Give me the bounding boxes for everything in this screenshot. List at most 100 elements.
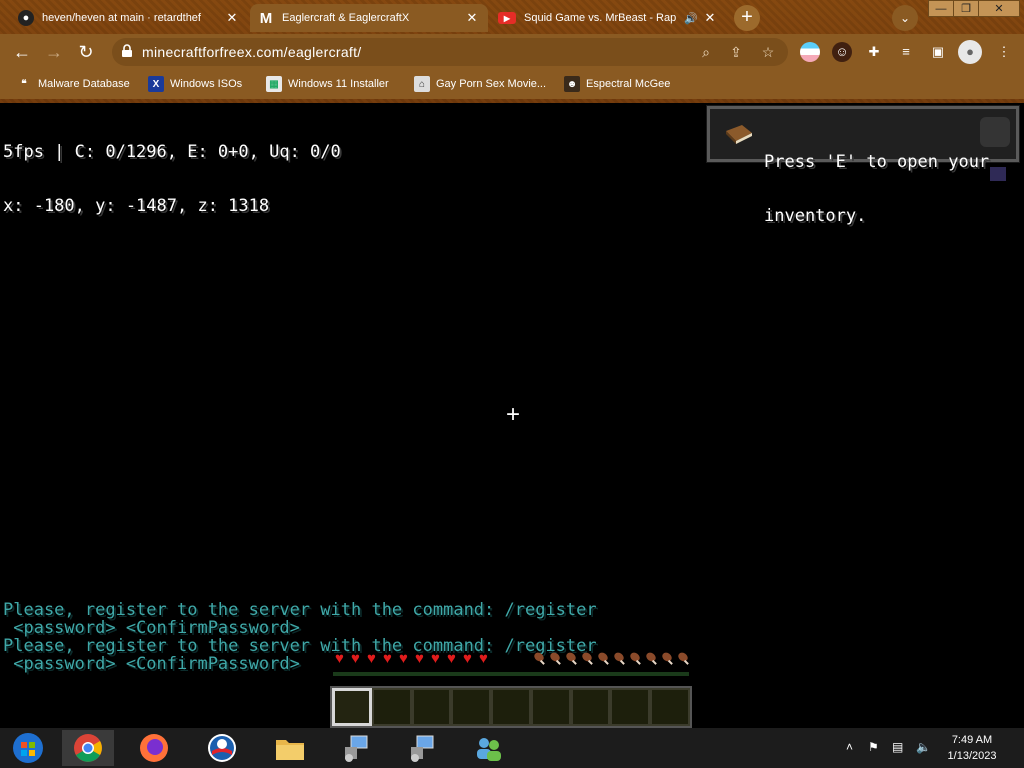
maximize-button[interactable]: ❐ xyxy=(953,0,979,17)
more-menu-icon[interactable]: ⋮ xyxy=(994,42,1014,62)
github-icon: ● xyxy=(18,10,34,26)
users-icon xyxy=(477,738,501,761)
overlay-artifact xyxy=(990,167,1006,181)
chat-line: <password> <ConfirmPassword> xyxy=(3,618,300,638)
chat-line: Please, register to the server with the … xyxy=(3,600,597,620)
flag-extension-icon[interactable] xyxy=(800,42,820,62)
drumstick-icon xyxy=(646,652,657,665)
medium-m-icon: M xyxy=(259,9,273,27)
extensions-puzzle-icon[interactable]: ✚ xyxy=(864,42,884,62)
action-center-flag-icon[interactable]: ⚑ xyxy=(868,740,879,754)
experience-bar xyxy=(332,671,690,677)
hotbar-slot[interactable] xyxy=(371,688,412,726)
bookmark-globe[interactable]: ⌂ Gay Porn Sex Movie... xyxy=(414,75,546,93)
bookmark-espectral-mcgee[interactable]: ☻ Espectral McGee xyxy=(564,75,670,93)
side-panel-icon[interactable]: ▣ xyxy=(928,42,948,62)
drumstick-icon xyxy=(662,652,673,665)
hotbar-slot[interactable] xyxy=(650,688,691,726)
health-bar: ♥ ♥ ♥ ♥ ♥ ♥ ♥ ♥ ♥ ♥ xyxy=(332,651,491,666)
media-controls-icon[interactable]: ≡ xyxy=(896,42,916,62)
url-text[interactable]: minecraftforfreex.com/eaglercraft/ xyxy=(142,44,362,60)
hotbar-slot[interactable] xyxy=(610,688,651,726)
tab-github[interactable]: ● heven/heven at main · retardthef ✕ xyxy=(10,4,248,32)
hotbar-slot[interactable] xyxy=(530,688,571,726)
close-window-button[interactable]: ✕ xyxy=(978,0,1020,17)
tab-search-chevron-icon[interactable]: ⌄ xyxy=(892,5,918,31)
installer-icon: ▦ xyxy=(266,76,282,92)
book-icon xyxy=(726,125,752,144)
heart-icon: ♥ xyxy=(479,650,488,667)
taskbar-chrome[interactable] xyxy=(62,730,114,766)
hotbar-slot[interactable] xyxy=(332,688,372,726)
hunger-bar xyxy=(533,651,692,666)
lock-icon[interactable] xyxy=(120,44,134,58)
profile-avatar-icon[interactable]: ● xyxy=(958,40,982,64)
tutorial-toast: Press 'E' to open your inventory. xyxy=(706,105,1020,225)
share-icon[interactable]: ⇪ xyxy=(726,42,746,62)
heart-icon: ♥ xyxy=(447,650,456,667)
star-bookmark-icon[interactable]: ☆ xyxy=(758,42,778,62)
windows-start-icon xyxy=(13,733,43,763)
browser-toolbar: ← → ↻ minecraftforfreex.com/eaglercraft/… xyxy=(0,34,1024,70)
bookmark-windows-11-installer[interactable]: ▦ Windows 11 Installer xyxy=(266,75,389,93)
x-icon: X xyxy=(148,76,164,92)
minimize-button[interactable]: — xyxy=(928,0,954,17)
chat-line: <password> <ConfirmPassword> xyxy=(3,654,300,674)
debug-fps-line: 5fps | C: 0/1296, E: 0+0, Uq: 0/0 xyxy=(3,142,341,162)
new-tab-button[interactable]: + xyxy=(734,5,760,31)
back-arrow-icon[interactable]: ← xyxy=(10,40,34,64)
browser-chrome: ● heven/heven at main · retardthef ✕ M E… xyxy=(0,0,1024,103)
taskbar-firefox[interactable] xyxy=(128,730,180,766)
hotbar-slot[interactable] xyxy=(411,688,452,726)
network-computer-icon xyxy=(345,735,368,762)
chat-line: Please, register to the server with the … xyxy=(3,636,597,656)
obama-icon xyxy=(208,734,236,762)
firefox-icon xyxy=(140,734,168,762)
tab-eaglercraft[interactable]: M Eaglercraft & EaglercraftX ✕ xyxy=(250,4,488,32)
drumstick-icon xyxy=(566,652,577,665)
drumstick-icon xyxy=(598,652,609,665)
debug-overlay: 5fps | C: 0/1296, E: 0+0, Uq: 0/0 x: -18… xyxy=(3,107,341,251)
debug-coords-line: x: -180, y: -1487, z: 1318 xyxy=(3,196,270,216)
hotbar[interactable] xyxy=(330,686,692,728)
search-icon[interactable]: ⌕ xyxy=(696,42,716,62)
taskbar-users-app[interactable] xyxy=(462,730,514,766)
drumstick-icon xyxy=(534,652,545,665)
reload-icon[interactable]: ↻ xyxy=(74,40,98,64)
audio-playing-icon[interactable]: 🔊 xyxy=(684,12,698,25)
crosshair-icon: + xyxy=(505,401,520,428)
network-computer-icon xyxy=(411,735,434,762)
chrome-icon xyxy=(74,734,102,762)
taskbar-obama-app[interactable] xyxy=(196,730,248,766)
hotbar-slot[interactable] xyxy=(451,688,492,726)
hotbar-slot[interactable] xyxy=(491,688,531,726)
toast-artifact xyxy=(980,117,1010,147)
system-clock[interactable]: 7:49 AM 1/13/2023 xyxy=(942,732,1002,764)
close-tab-icon[interactable]: ✕ xyxy=(702,10,718,26)
taskbar-file-explorer[interactable] xyxy=(264,730,316,766)
hotbar-slot[interactable] xyxy=(570,688,611,726)
bookmark-windows-isos[interactable]: X Windows ISOs xyxy=(148,75,242,93)
bookmark-malware-database[interactable]: ❝ Malware Database xyxy=(16,75,129,93)
drumstick-icon xyxy=(550,652,561,665)
clock-date: 1/13/2023 xyxy=(947,750,997,762)
address-bar[interactable]: minecraftforfreex.com/eaglercraft/ ⌕ ⇪ ☆ xyxy=(112,38,788,66)
avatar-extension-icon[interactable]: ☺ xyxy=(832,42,852,62)
close-tab-icon[interactable]: ✕ xyxy=(224,10,240,26)
forward-arrow-icon[interactable]: → xyxy=(42,40,66,64)
clock-time: 7:49 AM xyxy=(951,734,993,746)
game-canvas[interactable]: 5fps | C: 0/1296, E: 0+0, Uq: 0/0 x: -18… xyxy=(0,103,1024,728)
close-tab-icon[interactable]: ✕ xyxy=(464,10,480,26)
taskbar-network-app-1[interactable] xyxy=(330,730,382,766)
tab-strip: ● heven/heven at main · retardthef ✕ M E… xyxy=(0,0,1024,34)
network-icon[interactable]: ▤ xyxy=(892,740,903,754)
drumstick-icon xyxy=(582,652,593,665)
volume-icon[interactable]: 🔈 xyxy=(916,740,931,754)
show-hidden-icons-chevron-icon[interactable]: ˄ xyxy=(846,740,853,754)
tab-youtube[interactable]: ▶ Squid Game vs. MrBeast - Rap 🔊 ✕ xyxy=(490,4,726,32)
bookmark-icon: ❝ xyxy=(21,78,27,90)
taskbar-network-app-2[interactable] xyxy=(396,730,448,766)
windows-start-button[interactable] xyxy=(2,730,54,766)
heart-icon: ♥ xyxy=(399,650,408,667)
drumstick-icon xyxy=(678,652,689,665)
